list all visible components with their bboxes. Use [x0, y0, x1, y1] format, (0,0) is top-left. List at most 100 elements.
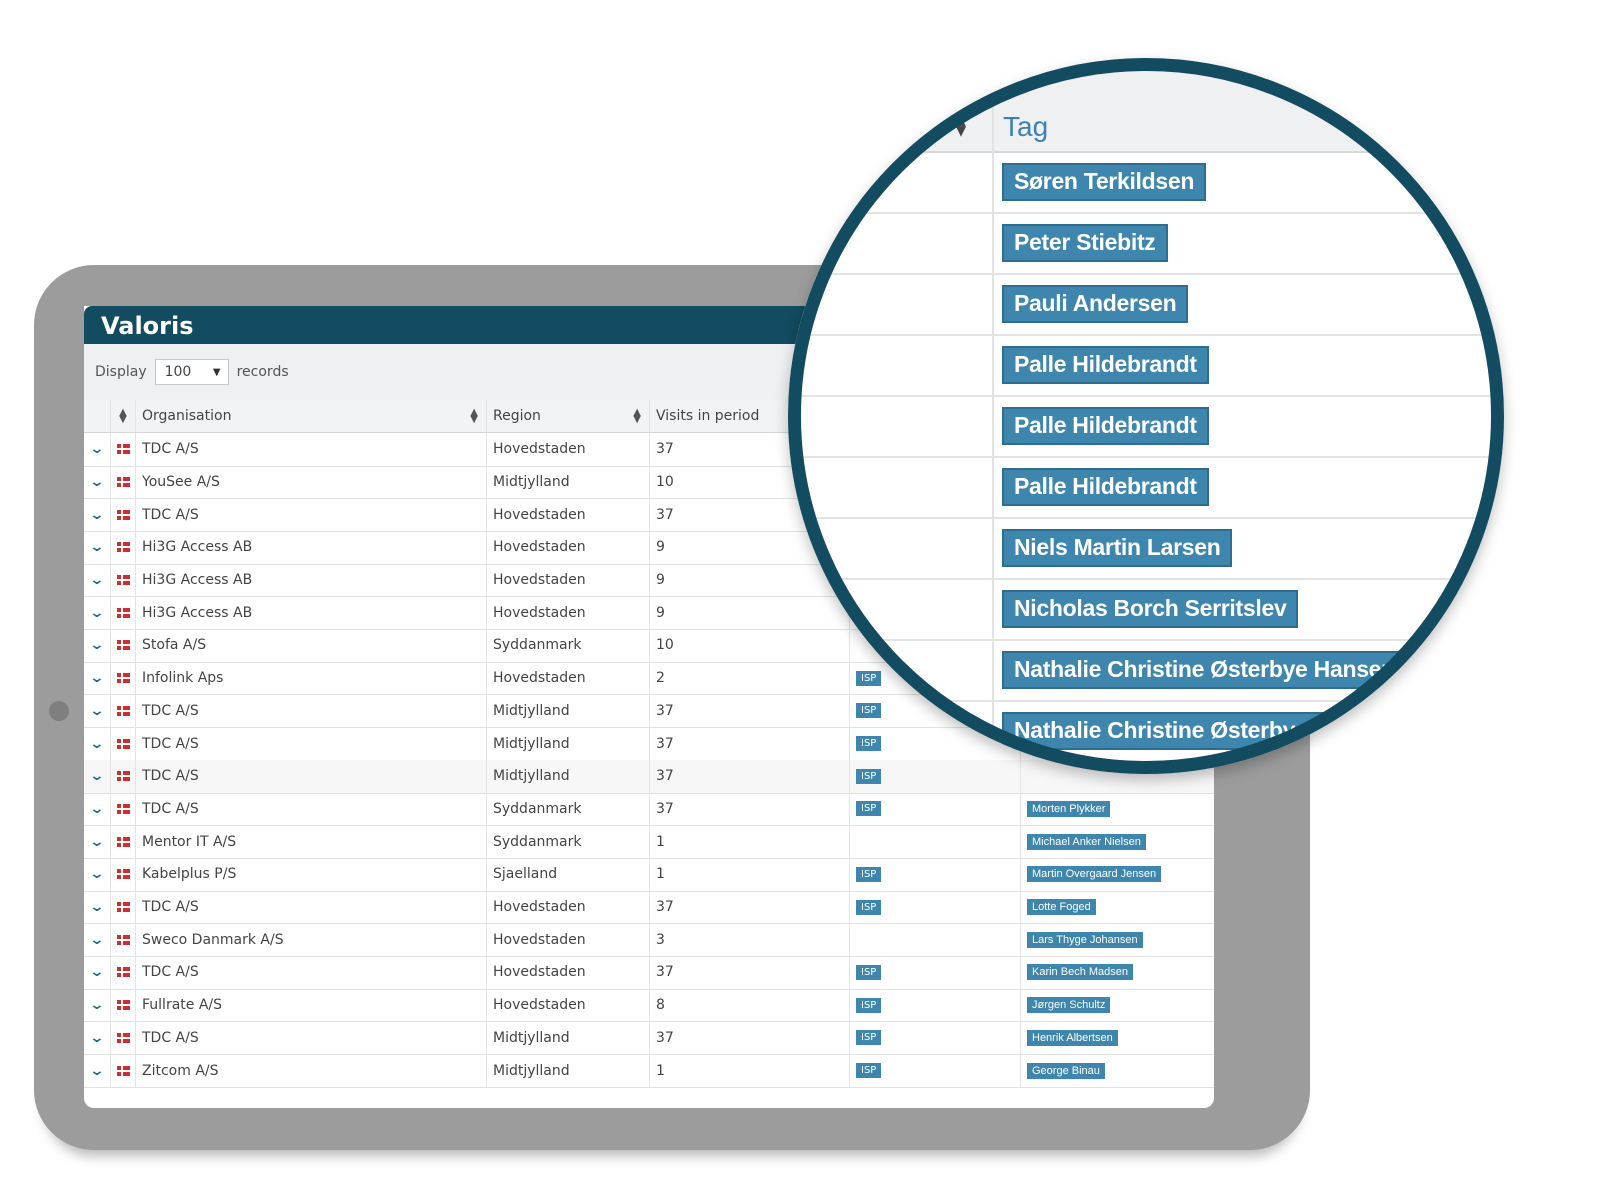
chevron-down-icon[interactable]: ⌄ [89, 507, 105, 523]
chevron-down-icon[interactable]: ⌄ [89, 736, 105, 752]
chevron-down-icon[interactable]: ⌄ [89, 932, 105, 948]
chevron-down-icon[interactable]: ⌄ [89, 670, 105, 686]
expand-row-cell[interactable]: ⌄ [84, 825, 111, 858]
column-header-region[interactable]: Region ▲ ▼ [487, 400, 650, 432]
visits-cell: 37 [650, 792, 850, 826]
chevron-down-icon[interactable]: ⌄ [89, 899, 105, 915]
expand-row-cell[interactable]: ⌄ [84, 531, 111, 564]
table-row[interactable]: ⌄ TDC A/S Syddanmark 37 ISP Morten Plykker [84, 792, 1214, 827]
chevron-down-icon[interactable]: ⌄ [89, 703, 105, 719]
zoom-person-tag[interactable]: Palle Hildebrandt [1002, 468, 1209, 506]
records-per-page-select[interactable]: 100 ▼ [154, 359, 229, 385]
visits-count: 1 [656, 833, 665, 850]
chevron-down-icon[interactable]: ⌄ [89, 801, 105, 817]
region-cell: Hovedstaden [487, 563, 650, 597]
flag-cell [111, 988, 136, 1022]
expand-row-cell[interactable]: ⌄ [84, 760, 111, 793]
isp-badge: ISP [856, 866, 882, 882]
expand-row-cell[interactable]: ⌄ [84, 465, 111, 499]
zoom-person-tag[interactable]: Palle Hildebrandt [1002, 407, 1209, 445]
expand-row-cell[interactable]: ⌄ [84, 890, 111, 924]
region-name: Hovedstaden [493, 997, 586, 1014]
visits-count: 2 [656, 670, 665, 687]
expand-row-cell[interactable]: ⌄ [84, 498, 111, 531]
chevron-down-icon[interactable]: ⌄ [89, 866, 105, 882]
denmark-flag-icon [116, 640, 130, 651]
denmark-flag-icon [116, 1065, 130, 1076]
table-row[interactable]: ⌄ TDC A/S Hovedstaden 37 ISP Karin Bech Madse… [84, 956, 1214, 990]
expand-row-cell[interactable]: ⌄ [84, 596, 111, 629]
chevron-down-icon[interactable]: ⌄ [89, 964, 105, 980]
chevron-down-icon[interactable]: ⌄ [89, 637, 105, 653]
table-row[interactable]: ⌄ Fullrate A/S Hovedstaden 8 ISP Jørgen Schul… [84, 988, 1214, 1023]
flag-cell [111, 890, 136, 924]
zoom-person-tag[interactable]: Nathalie Christine Østerbye H [1002, 712, 1342, 750]
person-tag[interactable]: Lars Thyge Johansen [1027, 931, 1143, 948]
table-row[interactable]: ⌄ Sweco Danmark A/S Hovedstaden 3 Lars Thyge… [84, 923, 1214, 957]
expand-row-cell[interactable]: ⌄ [84, 1021, 111, 1055]
expand-row-cell[interactable]: ⌄ [84, 923, 111, 956]
chevron-down-icon[interactable]: ⌄ [89, 1030, 105, 1046]
person-tag[interactable]: Lotte Foged [1027, 899, 1096, 916]
expand-row-cell[interactable]: ⌄ [84, 694, 111, 728]
person-tag[interactable]: Morten Plykker [1027, 800, 1111, 817]
zoom-person-tag[interactable]: Søren Terkildsen [1002, 163, 1207, 201]
chevron-down-icon[interactable]: ⌄ [89, 572, 105, 588]
denmark-flag-icon [116, 673, 130, 684]
person-tag[interactable]: Martin Overgaard Jensen [1027, 866, 1162, 883]
zoom-person-tag[interactable]: Palle Hildebrandt [1002, 346, 1209, 384]
zoom-person-tag[interactable]: Pauli Andersen [1002, 285, 1189, 323]
organisation-name: Mentor IT A/S [142, 833, 237, 850]
header-expand-cell [84, 400, 111, 432]
zoom-person-tag[interactable]: Nicholas Borch Serritslev [1002, 590, 1299, 628]
expand-row-cell[interactable]: ⌄ [84, 433, 111, 466]
expand-row-cell[interactable]: ⌄ [84, 563, 111, 597]
table-row[interactable]: ⌄ Zitcom A/S Midtjylland 1 ISP George Binau [84, 1054, 1214, 1088]
organisation-cell: TDC A/S [136, 1021, 487, 1055]
table-row[interactable]: ⌄ Mentor IT A/S Syddanmark 1 Michael Anker N… [84, 825, 1214, 859]
chevron-down-icon[interactable]: ⌄ [89, 768, 105, 784]
expand-row-cell[interactable]: ⌄ [84, 727, 111, 760]
chevron-down-icon[interactable]: ⌄ [89, 605, 105, 621]
chevron-down-icon[interactable]: ⌄ [89, 1063, 105, 1079]
organisation-name: TDC A/S [142, 735, 199, 752]
person-tag[interactable]: Karin Bech Madsen [1027, 964, 1133, 981]
chevron-down-icon[interactable]: ⌄ [89, 474, 105, 490]
zoom-person-tag[interactable]: Peter Stiebitz [1002, 224, 1168, 262]
expand-row-cell[interactable]: ⌄ [84, 792, 111, 826]
expand-row-cell[interactable]: ⌄ [84, 988, 111, 1022]
sort-icon[interactable]: ▲ ▼ [111, 400, 136, 432]
zoom-person-tag[interactable]: Nathalie Christine Østerbye Hansen [1002, 651, 1407, 689]
organisation-cell: TDC A/S [136, 498, 487, 531]
chevron-down-icon[interactable]: ⌄ [89, 997, 105, 1013]
region-cell: Hovedstaden [487, 956, 650, 989]
expand-row-cell[interactable]: ⌄ [84, 1054, 111, 1087]
person-tag[interactable]: Jørgen Schultz [1027, 997, 1111, 1014]
expand-row-cell[interactable]: ⌄ [84, 661, 111, 695]
sort-icon: ▲ ▼ [470, 407, 478, 425]
tablet-home-button [49, 701, 69, 721]
chevron-down-icon[interactable]: ⌄ [89, 539, 105, 555]
expand-row-cell[interactable]: ⌄ [84, 629, 111, 662]
person-tag[interactable]: Henrik Albertsen [1027, 1029, 1118, 1046]
visits-count: 37 [656, 768, 674, 785]
person-tag[interactable]: George Binau [1027, 1062, 1105, 1079]
expand-row-cell[interactable]: ⌄ [84, 858, 111, 891]
visits-count: 37 [656, 964, 674, 981]
denmark-flag-icon [116, 934, 130, 945]
zoom-person-tag[interactable]: Niels Martin Larsen [1002, 529, 1233, 567]
column-header-organisation[interactable]: Organisation ▲ ▼ [136, 400, 487, 432]
organisation-cell: Zitcom A/S [136, 1054, 487, 1087]
table-row[interactable]: ⌄ TDC A/S Hovedstaden 37 ISP Lotte Foged [84, 890, 1214, 925]
expand-row-cell[interactable]: ⌄ [84, 956, 111, 989]
denmark-flag-icon [116, 1000, 130, 1011]
table-row[interactable]: ⌄ Kabelplus P/S Sjaelland 1 ISP Martin Overga… [84, 858, 1214, 892]
type-cell: ISP [850, 858, 1021, 891]
chevron-down-icon[interactable]: ⌄ [89, 441, 105, 457]
organisation-cell: TDC A/S [136, 890, 487, 924]
region-name: Hovedstaden [493, 670, 586, 687]
chevron-down-icon[interactable]: ⌄ [89, 834, 105, 850]
visits-count: 37 [656, 1029, 674, 1046]
person-tag[interactable]: Michael Anker Nielsen [1027, 833, 1146, 850]
table-row[interactable]: ⌄ TDC A/S Midtjylland 37 ISP Henrik Albertsen [84, 1021, 1214, 1056]
